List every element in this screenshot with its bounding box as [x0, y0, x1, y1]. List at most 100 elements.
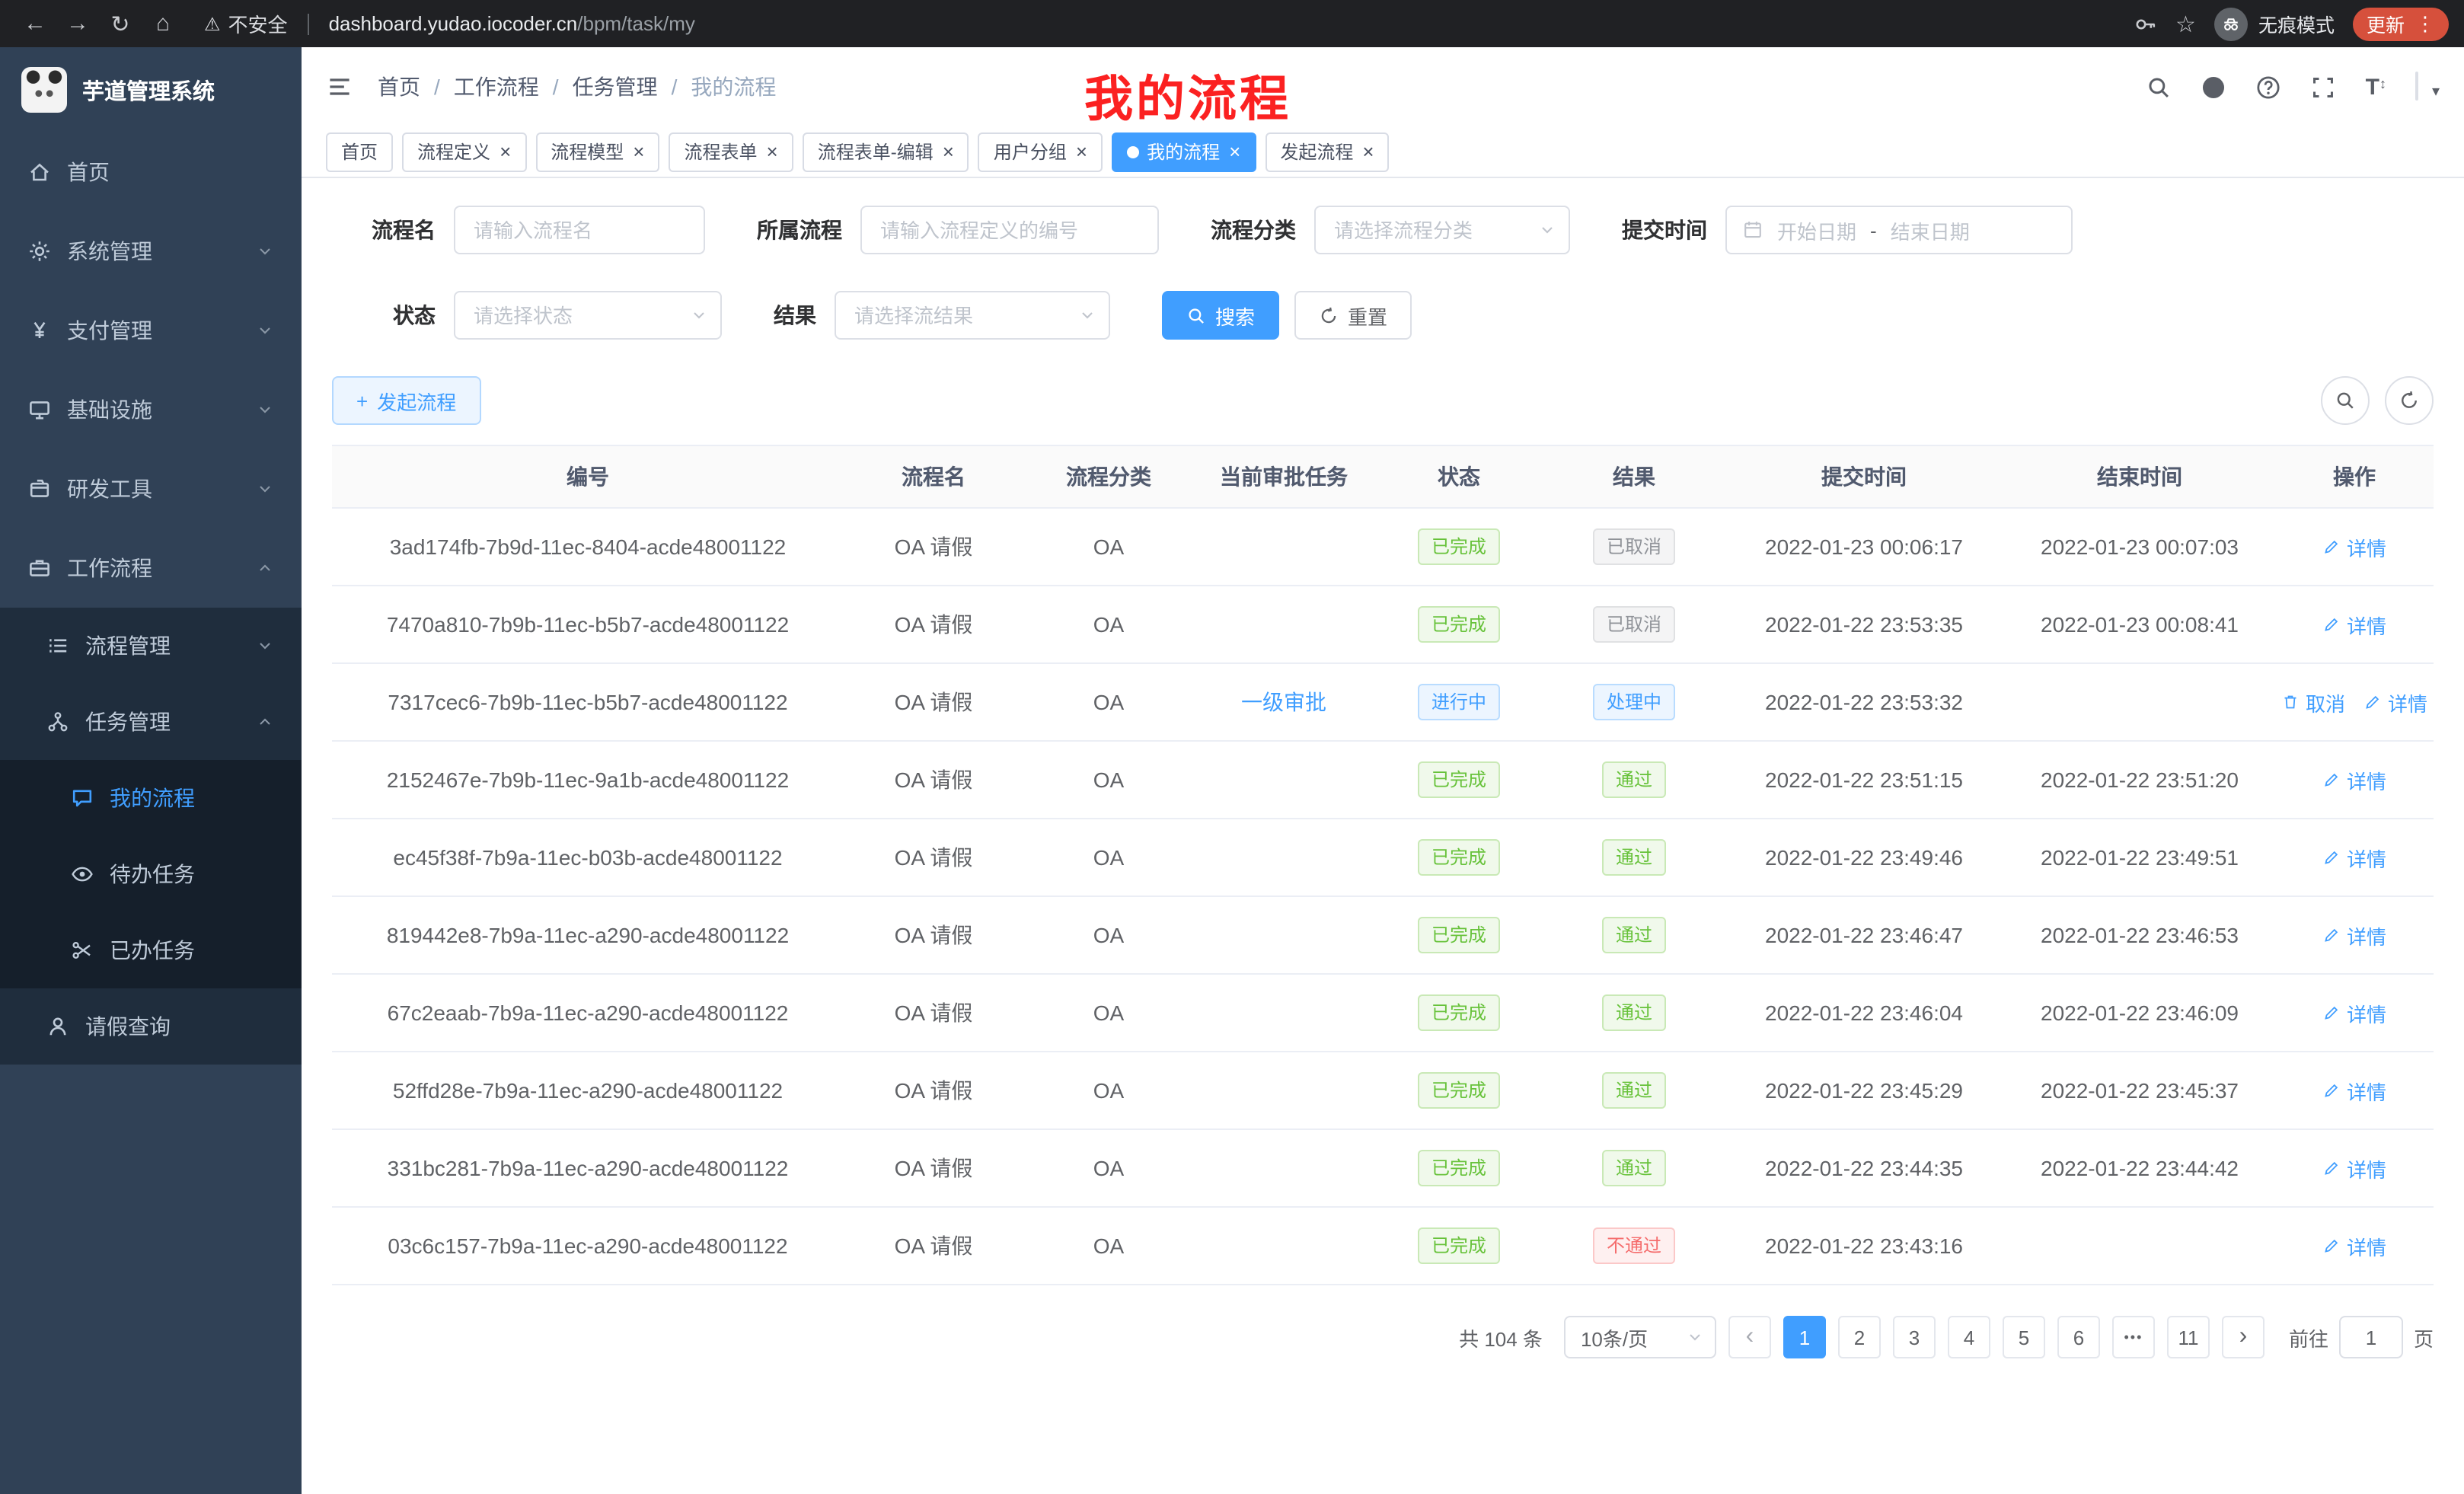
chevron-down-icon: [1686, 1328, 1704, 1346]
sidebar-item-done-tasks[interactable]: 已办任务: [0, 912, 302, 988]
help-icon[interactable]: [2256, 74, 2282, 100]
tab-start-process[interactable]: 发起流程×: [1265, 132, 1389, 171]
user-menu[interactable]: ▾: [2415, 73, 2418, 101]
sidebar-item-system[interactable]: 系统管理: [0, 212, 302, 291]
breadcrumb-workflow[interactable]: 工作流程: [454, 72, 539, 102]
github-icon[interactable]: [2201, 74, 2227, 100]
sidebar-item-home[interactable]: 首页: [0, 132, 302, 212]
cancel-link[interactable]: 取消: [2281, 688, 2345, 717]
detail-link[interactable]: 详情: [2363, 688, 2427, 717]
close-icon[interactable]: ×: [500, 142, 511, 161]
status-select[interactable]: [454, 291, 722, 340]
more-pages-button[interactable]: •••: [2112, 1316, 2155, 1358]
filter-result-label: 结果: [774, 300, 816, 330]
font-size-icon[interactable]: T↕: [2366, 75, 2386, 98]
topbar: 首页 / 工作流程 / 任务管理 / 我的流程 T↕ ▾: [302, 47, 2464, 126]
tab-active-dot: [1127, 145, 1139, 158]
sidebar-item-todo-tasks[interactable]: 待办任务: [0, 836, 302, 912]
table-refresh-icon[interactable]: [2385, 376, 2434, 425]
sidebar-item-infra[interactable]: 基础设施: [0, 370, 302, 449]
page-button-1[interactable]: 1: [1783, 1316, 1826, 1358]
cell-id: 52ffd28e-7b9a-11ec-a290-acde48001122: [332, 1052, 844, 1129]
close-icon[interactable]: ×: [943, 142, 954, 161]
reset-button[interactable]: 重置: [1294, 291, 1412, 340]
filter-time-label: 提交时间: [1622, 215, 1707, 245]
prev-page-button[interactable]: ‹: [1728, 1316, 1771, 1358]
monitor-icon: [27, 397, 52, 422]
address-bar[interactable]: ⚠ 不安全 dashboard.yudao.iocoder.cn/bpm/tas…: [204, 9, 695, 38]
tab-user-group[interactable]: 用户分组×: [978, 132, 1103, 171]
browser-reload-icon[interactable]: ↻: [101, 4, 140, 43]
sidebar-item-process-mgmt[interactable]: 流程管理: [0, 608, 302, 684]
topbar-actions: T↕ ▾: [2146, 73, 2440, 101]
browser-back-icon[interactable]: ←: [15, 4, 55, 43]
breadcrumb-home[interactable]: 首页: [378, 72, 420, 102]
app-title: 芋道管理系统: [82, 74, 215, 106]
page-button-3[interactable]: 3: [1893, 1316, 1936, 1358]
close-icon[interactable]: ×: [1076, 142, 1087, 161]
process-definition-input[interactable]: [860, 206, 1159, 254]
detail-link[interactable]: 详情: [2322, 610, 2386, 639]
security-warning[interactable]: ⚠ 不安全: [204, 9, 288, 38]
tab-home[interactable]: 首页: [326, 132, 393, 171]
page-button-6[interactable]: 6: [2057, 1316, 2100, 1358]
app-logo[interactable]: 芋道管理系统: [0, 47, 302, 132]
date-range-picker[interactable]: 开始日期 - 结束日期: [1725, 206, 2073, 254]
category-select[interactable]: [1314, 206, 1570, 254]
page-size-select[interactable]: 10条/页: [1564, 1316, 1716, 1358]
goto-page-input[interactable]: [2339, 1316, 2403, 1358]
create-process-button[interactable]: + 发起流程: [332, 376, 480, 425]
bookmark-star-icon[interactable]: ☆: [2175, 10, 2196, 37]
tab-process-model[interactable]: 流程模型×: [535, 132, 659, 171]
sidebar-item-task-mgmt[interactable]: 任务管理: [0, 684, 302, 760]
close-icon[interactable]: ×: [1229, 142, 1240, 161]
filter-parent: 所属流程: [757, 206, 1159, 254]
update-button[interactable]: 更新 ⋮: [2353, 7, 2449, 40]
tab-my-process[interactable]: 我的流程×: [1112, 132, 1256, 171]
browser-home-icon[interactable]: ⌂: [143, 4, 183, 43]
detail-link[interactable]: 详情: [2322, 765, 2386, 794]
detail-link[interactable]: 详情: [2322, 843, 2386, 872]
detail-link[interactable]: 详情: [2322, 1154, 2386, 1183]
result-badge: 通过: [1602, 1072, 1666, 1109]
sidebar-item-devtools[interactable]: 研发工具: [0, 449, 302, 528]
page-button-4[interactable]: 4: [1948, 1316, 1990, 1358]
current-task-link[interactable]: 一级审批: [1241, 687, 1326, 717]
process-name-input[interactable]: [454, 206, 705, 254]
caret-down-icon: ▾: [2432, 84, 2440, 101]
table-search-icon[interactable]: [2321, 376, 2370, 425]
next-page-button[interactable]: ›: [2222, 1316, 2265, 1358]
page-button-11[interactable]: 11: [2167, 1316, 2210, 1358]
search-icon[interactable]: [2146, 74, 2172, 100]
search-button[interactable]: 搜索: [1162, 291, 1279, 340]
fullscreen-icon[interactable]: [2311, 74, 2337, 100]
sidebar-item-leave-query[interactable]: 请假查询: [0, 988, 302, 1065]
password-key-icon[interactable]: [2133, 11, 2157, 36]
browser-forward-icon[interactable]: →: [58, 4, 97, 43]
detail-link[interactable]: 详情: [2322, 1231, 2386, 1260]
sidebar-item-my-process[interactable]: 我的流程: [0, 760, 302, 836]
close-icon[interactable]: ×: [633, 142, 644, 161]
incognito-badge[interactable]: 无痕模式: [2214, 7, 2335, 40]
detail-link[interactable]: 详情: [2322, 1076, 2386, 1105]
breadcrumb-task-mgmt[interactable]: 任务管理: [573, 72, 658, 102]
sidebar-collapse-icon[interactable]: [326, 73, 353, 101]
detail-link[interactable]: 详情: [2322, 532, 2386, 561]
page-button-2[interactable]: 2: [1838, 1316, 1881, 1358]
browser-menu-icon[interactable]: ⋮: [2415, 11, 2435, 36]
detail-link[interactable]: 详情: [2322, 998, 2386, 1027]
main-area: 首页 / 工作流程 / 任务管理 / 我的流程 T↕ ▾: [302, 47, 2464, 1494]
close-icon[interactable]: ×: [1362, 142, 1374, 161]
tab-process-form[interactable]: 流程表单×: [669, 132, 793, 171]
tab-process-form-edit[interactable]: 流程表单-编辑×: [803, 132, 969, 171]
chevron-down-icon: [256, 480, 274, 498]
page-button-5[interactable]: 5: [2003, 1316, 2045, 1358]
close-icon[interactable]: ×: [767, 142, 778, 161]
tab-process-definition[interactable]: 流程定义×: [402, 132, 526, 171]
page-url[interactable]: dashboard.yudao.iocoder.cn/bpm/task/my: [329, 12, 695, 35]
sidebar-item-workflow[interactable]: 工作流程: [0, 528, 302, 608]
detail-link[interactable]: 详情: [2322, 921, 2386, 950]
sidebar-item-payment[interactable]: 支付管理: [0, 291, 302, 370]
breadcrumb: 首页 / 工作流程 / 任务管理 / 我的流程: [378, 72, 776, 102]
result-select[interactable]: [835, 291, 1110, 340]
